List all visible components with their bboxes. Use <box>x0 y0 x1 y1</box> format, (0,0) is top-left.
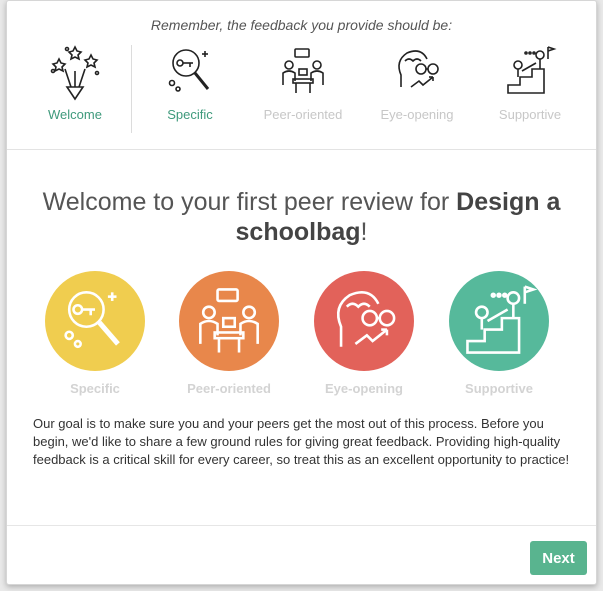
head-eyeglasses-icon <box>336 291 396 347</box>
step-supportive[interactable]: Supportive <box>480 41 580 122</box>
step-welcome[interactable]: Welcome <box>25 41 125 122</box>
principle-label: Eye-opening <box>324 381 403 396</box>
principle-badge <box>449 271 549 371</box>
principle-label: Specific <box>70 381 120 396</box>
principle-badge <box>45 271 145 371</box>
step-eye-opening[interactable]: Eye-opening <box>367 41 467 122</box>
step-specific[interactable]: Specific <box>140 41 240 122</box>
principle-supportive: Supportive <box>439 271 559 396</box>
step-divider <box>131 45 132 133</box>
step-label: Specific <box>167 107 213 122</box>
step-label: Welcome <box>48 107 102 122</box>
title-suffix: ! <box>360 218 368 246</box>
footer-divider <box>7 525 596 526</box>
head-eyeglasses-icon <box>398 50 439 88</box>
fireworks-icon <box>50 45 100 101</box>
principle-specific: Specific <box>35 271 155 396</box>
principle-label: Peer-oriented <box>187 381 271 396</box>
step-label: Eye-opening <box>380 107 454 122</box>
climbing-stairs-icon <box>466 285 538 354</box>
step-label: Peer-oriented <box>263 107 343 122</box>
divider <box>7 149 596 150</box>
people-table-icon <box>199 288 259 353</box>
principle-peer-oriented: Peer-oriented <box>169 271 289 396</box>
step-peer-oriented[interactable]: Peer-oriented <box>253 41 353 122</box>
principle-eye-opening: Eye-opening <box>304 271 424 396</box>
principle-label: Supportive <box>465 381 533 396</box>
title-prefix: Welcome to your first peer review for <box>42 188 457 216</box>
step-indicator: Welcome Specific Peer-oriented Eye-openi… <box>7 41 598 133</box>
next-button[interactable]: Next <box>530 541 587 575</box>
people-table-icon <box>282 48 324 93</box>
intro-paragraph: Our goal is to make sure you and your pe… <box>33 416 570 467</box>
magnifier-key-icon <box>168 49 210 92</box>
step-label: Supportive <box>498 107 562 122</box>
magnifier-key-icon <box>64 291 120 349</box>
climbing-stairs-icon <box>507 46 557 94</box>
principle-badge <box>179 271 279 371</box>
principle-badge <box>314 271 414 371</box>
reminder-text: Remember, the feedback you provide shoul… <box>150 17 453 33</box>
principles-row: Specific Peer-oriented Eye-opening Suppo… <box>7 271 598 401</box>
peer-review-dialog: Remember, the feedback you provide shoul… <box>6 0 597 585</box>
page-title: Welcome to your first peer review for De… <box>27 187 576 247</box>
